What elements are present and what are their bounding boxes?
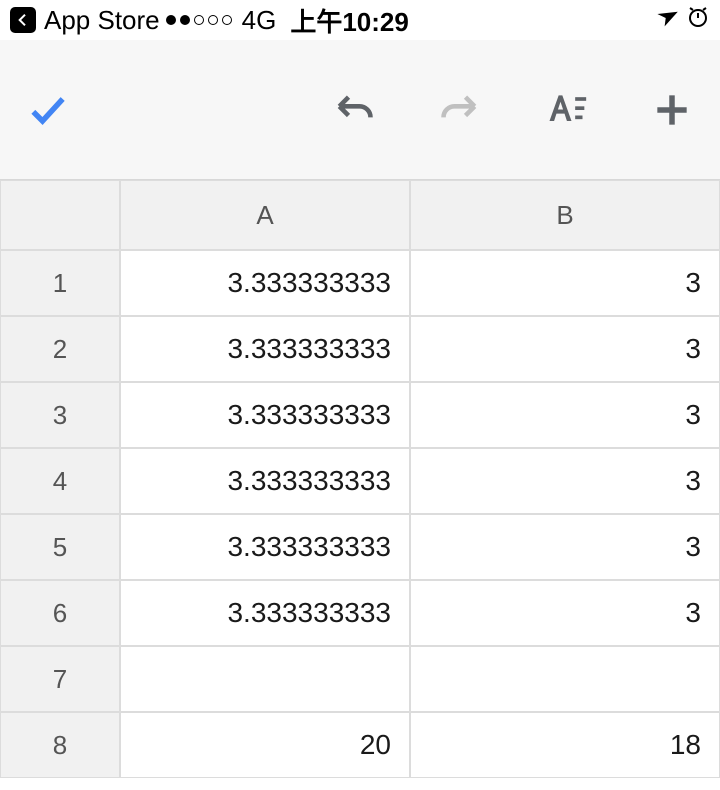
select-all-corner[interactable] xyxy=(0,180,120,250)
location-icon xyxy=(650,3,680,37)
row-header[interactable]: 2 xyxy=(0,316,120,382)
cell-A3[interactable]: 3.333333333 xyxy=(120,382,410,448)
row-header[interactable]: 5 xyxy=(0,514,120,580)
undo-button[interactable] xyxy=(326,82,382,138)
check-icon xyxy=(26,88,70,132)
alarm-icon xyxy=(686,5,710,36)
network-label: 4G xyxy=(242,5,277,36)
row-header[interactable]: 4 xyxy=(0,448,120,514)
cell-A4[interactable]: 3.333333333 xyxy=(120,448,410,514)
cell-B3[interactable]: 3 xyxy=(410,382,720,448)
row-header[interactable]: 6 xyxy=(0,580,120,646)
plus-icon xyxy=(650,88,694,132)
cell-B7[interactable] xyxy=(410,646,720,712)
back-app-label: App Store xyxy=(44,5,160,36)
cell-B4[interactable]: 3 xyxy=(410,448,720,514)
cell-B1[interactable]: 3 xyxy=(410,250,720,316)
add-button[interactable] xyxy=(644,82,700,138)
spreadsheet[interactable]: A B 1 3.333333333 3 2 3.333333333 3 3 3.… xyxy=(0,180,720,778)
cell-B2[interactable]: 3 xyxy=(410,316,720,382)
row-header[interactable]: 3 xyxy=(0,382,120,448)
column-label: A xyxy=(256,200,273,231)
undo-icon xyxy=(332,88,376,132)
cell-A5[interactable]: 3.333333333 xyxy=(120,514,410,580)
table-row: 6 3.333333333 3 xyxy=(0,580,720,646)
text-format-button[interactable] xyxy=(538,82,594,138)
back-chevron-icon xyxy=(10,7,36,33)
table-row: 3 3.333333333 3 xyxy=(0,382,720,448)
table-row: 7 xyxy=(0,646,720,712)
cell-A2[interactable]: 3.333333333 xyxy=(120,316,410,382)
cell-B8[interactable]: 18 xyxy=(410,712,720,778)
cell-A7[interactable] xyxy=(120,646,410,712)
row-header[interactable]: 8 xyxy=(0,712,120,778)
redo-icon xyxy=(438,88,482,132)
row-header[interactable]: 1 xyxy=(0,250,120,316)
table-row: 4 3.333333333 3 xyxy=(0,448,720,514)
cell-A6[interactable]: 3.333333333 xyxy=(120,580,410,646)
table-row: 5 3.333333333 3 xyxy=(0,514,720,580)
column-header-B[interactable]: B xyxy=(410,180,720,250)
column-header-row: A B xyxy=(0,180,720,250)
status-back-app[interactable]: App Store xyxy=(10,5,160,36)
cell-A1[interactable]: 3.333333333 xyxy=(120,250,410,316)
table-row: 8 20 18 xyxy=(0,712,720,778)
cell-A8[interactable]: 20 xyxy=(120,712,410,778)
status-bar: App Store 4G 上午10:29 xyxy=(0,0,720,40)
confirm-button[interactable] xyxy=(20,82,76,138)
signal-dots xyxy=(166,15,232,25)
clock: 上午10:29 xyxy=(290,2,409,39)
row-header[interactable]: 7 xyxy=(0,646,120,712)
column-label: B xyxy=(556,200,573,231)
table-row: 1 3.333333333 3 xyxy=(0,250,720,316)
text-format-icon xyxy=(544,88,588,132)
cell-B5[interactable]: 3 xyxy=(410,514,720,580)
cell-B6[interactable]: 3 xyxy=(410,580,720,646)
redo-button xyxy=(432,82,488,138)
table-row: 2 3.333333333 3 xyxy=(0,316,720,382)
column-header-A[interactable]: A xyxy=(120,180,410,250)
toolbar xyxy=(0,40,720,180)
